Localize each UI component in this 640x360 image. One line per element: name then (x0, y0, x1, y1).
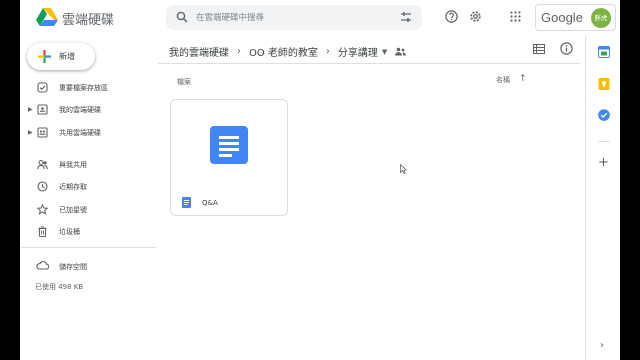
chevron-right-icon: › (237, 46, 241, 57)
new-button[interactable]: 新增 (27, 43, 95, 70)
my-drive-icon (37, 104, 48, 115)
sidebar-item-label: 與我共用 (59, 161, 87, 169)
expand-caret-icon[interactable]: ▶ (28, 129, 33, 136)
drive-logo-icon[interactable] (36, 7, 58, 27)
sidebar-item-trash[interactable]: 垃圾桶 (20, 224, 158, 240)
toolbar-divider (158, 63, 580, 64)
file-card[interactable]: Q&A (170, 99, 288, 216)
document-thumbnail-icon (210, 126, 248, 164)
priority-icon (37, 82, 48, 93)
plus-icon (38, 50, 51, 63)
avatar[interactable]: 胖虎 (591, 8, 611, 28)
folder-menu-dropdown-icon[interactable]: ▼ (382, 48, 387, 56)
add-addon-plus-icon[interactable]: + (598, 156, 609, 169)
sidebar-item-starred[interactable]: 已加星號 (20, 202, 158, 218)
search-icon[interactable] (176, 11, 188, 23)
list-view-icon[interactable] (533, 44, 545, 54)
left-letterbox (0, 0, 20, 360)
sidebar-item-label: 垃圾桶 (59, 228, 80, 236)
section-heading-files: 檔案 (177, 78, 191, 86)
shared-with-me-icon (37, 159, 48, 170)
shared-drives-icon (37, 127, 48, 138)
sidebar-item-my-drive[interactable]: ▶ 我的雲端硬碟 (20, 102, 158, 118)
sidebar-item-label: 已加星號 (59, 206, 87, 214)
trash-icon (38, 226, 47, 237)
arrow-up-icon[interactable]: ↑ (519, 74, 527, 84)
shared-folder-icon (395, 47, 407, 56)
storage-usage-text: 已使用 498 KB (35, 283, 84, 291)
drive-app: 雲端硬碟 在雲端硬碟中搜尋 Google 胖虎 新增 重要檔案存放區 ▶ 我的雲… (20, 0, 620, 360)
account-switcher[interactable]: Google 胖虎 (535, 4, 616, 31)
sidebar-item-label: 近期存取 (59, 183, 87, 191)
apps-grid-icon[interactable] (510, 11, 521, 22)
app-title[interactable]: 雲端硬碟 (62, 9, 114, 28)
breadcrumb-classroom-folder[interactable]: OO 老師的教室 (249, 44, 318, 59)
file-name: Q&A (202, 199, 218, 207)
recent-icon (37, 181, 48, 192)
chevron-right-icon: › (325, 46, 330, 57)
search-options-icon[interactable] (400, 11, 412, 23)
calendar-icon[interactable] (598, 46, 610, 58)
new-button-label: 新增 (59, 52, 75, 61)
cloud-icon (36, 261, 49, 270)
breadcrumb-my-drive[interactable]: 我的雲端硬碟 (169, 44, 229, 59)
collapse-panel-chevron-icon[interactable]: › (600, 340, 604, 351)
search-bar[interactable]: 在雲端硬碟中搜尋 (166, 5, 422, 30)
sidebar-item-label: 重要檔案存放區 (59, 84, 108, 92)
star-icon (37, 204, 48, 215)
sidebar-item-shared-drives[interactable]: ▶ 共用雲端硬碟 (20, 125, 158, 141)
expand-caret-icon[interactable]: ▶ (28, 106, 33, 113)
storage-link[interactable]: 儲存空間 (59, 262, 87, 272)
google-docs-icon (182, 197, 191, 208)
sidebar-item-recent[interactable]: 近期存取 (20, 179, 158, 195)
sidebar-item-label: 共用雲端硬碟 (59, 129, 101, 137)
side-panel-divider (598, 141, 610, 142)
help-icon[interactable] (445, 10, 458, 23)
sidebar-item-shared-with-me[interactable]: 與我共用 (20, 157, 158, 173)
google-brand: Google (541, 10, 583, 25)
info-icon[interactable] (560, 42, 573, 55)
breadcrumb: 我的雲端硬碟 › OO 老師的教室 › 分享講理 ▼ (169, 41, 407, 59)
top-bar: 雲端硬碟 在雲端硬碟中搜尋 Google 胖虎 (20, 0, 620, 36)
search-input[interactable]: 在雲端硬碟中搜尋 (196, 11, 264, 23)
mouse-cursor-icon (400, 164, 407, 174)
right-letterbox (620, 0, 640, 360)
breadcrumb-current-folder[interactable]: 分享講理 (338, 44, 378, 59)
sort-by-name[interactable]: 名稱 (496, 75, 510, 85)
sidebar-item-priority[interactable]: 重要檔案存放區 (20, 80, 158, 96)
tasks-icon[interactable] (598, 109, 610, 121)
sidebar-divider (20, 247, 156, 248)
gear-icon[interactable] (469, 10, 482, 23)
sidebar-item-label: 我的雲端硬碟 (59, 106, 101, 114)
keep-icon[interactable] (598, 78, 610, 90)
side-panel: + › (585, 36, 620, 360)
